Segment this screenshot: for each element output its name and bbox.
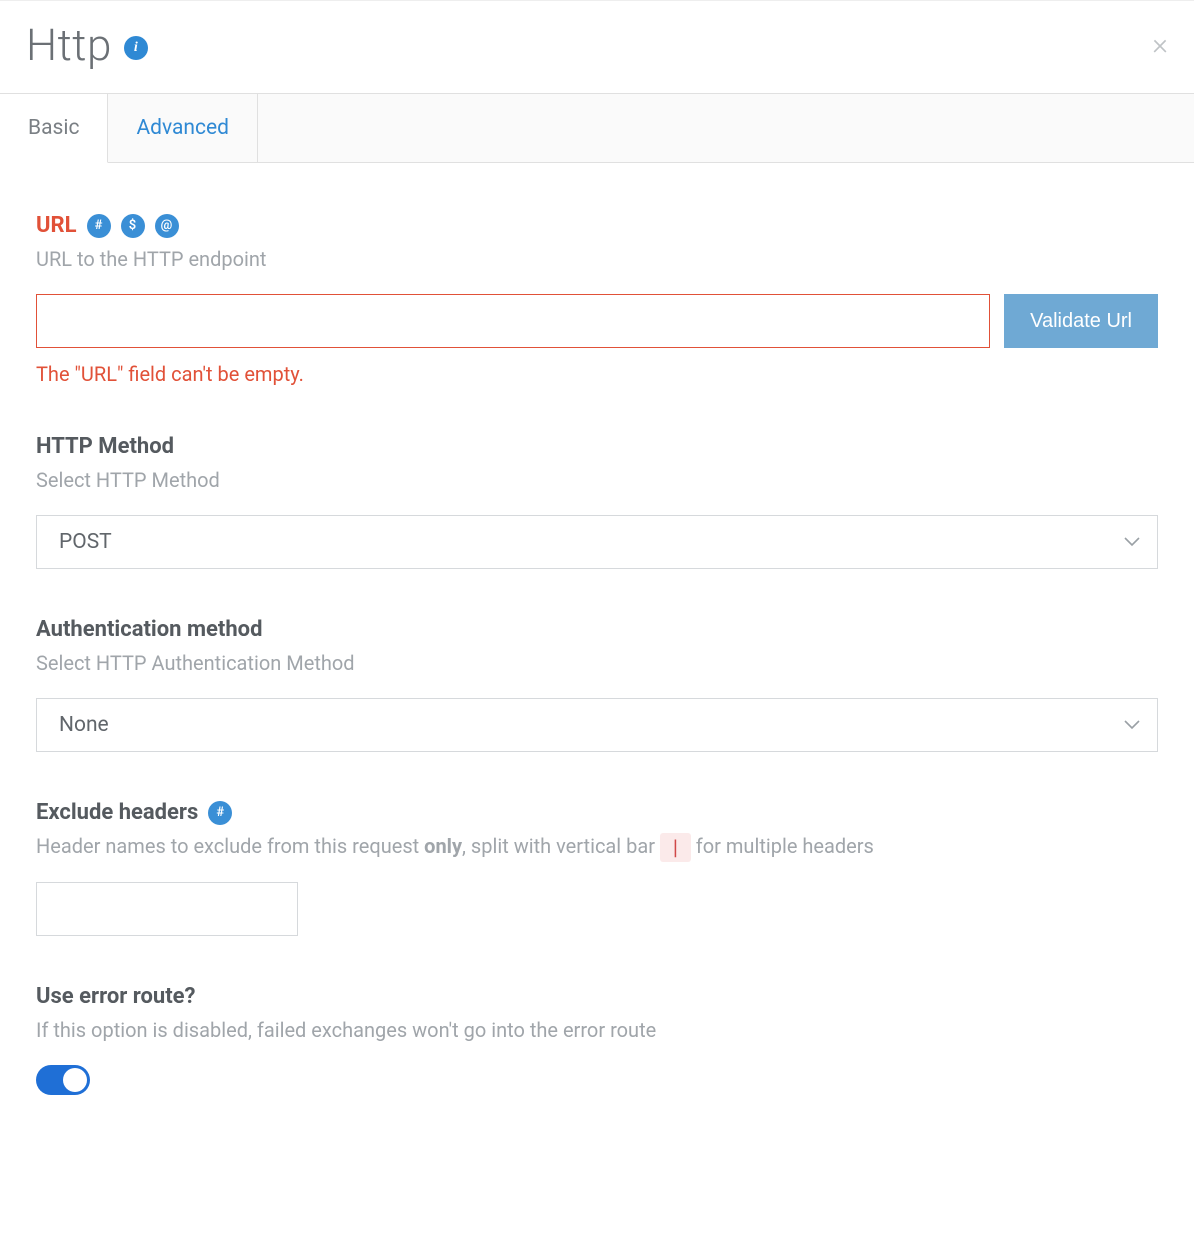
- url-error-message: The "URL" field can't be empty.: [36, 362, 1158, 386]
- method-label: HTTP Method: [36, 434, 174, 459]
- panel-title: Http: [26, 19, 112, 71]
- validate-url-button[interactable]: Validate Url: [1004, 294, 1158, 348]
- exclude-desc-bold: only: [424, 834, 462, 858]
- auth-select-wrap: None: [36, 698, 1158, 752]
- hash-badge-icon[interactable]: #: [87, 214, 111, 238]
- error-route-label-row: Use error route?: [36, 984, 1158, 1009]
- exclude-headers-input[interactable]: [36, 882, 298, 936]
- error-route-field-block: Use error route? If this option is disab…: [36, 984, 1158, 1095]
- exclude-desc-pre: Header names to exclude from this reques…: [36, 834, 424, 858]
- auth-select[interactable]: None: [36, 698, 1158, 752]
- at-badge-icon[interactable]: @: [155, 214, 179, 238]
- exclude-label-row: Exclude headers #: [36, 800, 1158, 825]
- auth-label: Authentication method: [36, 617, 262, 642]
- panel-header: Http i ×: [0, 1, 1194, 93]
- url-input-row: Validate Url: [36, 294, 1158, 348]
- auth-desc: Select HTTP Authentication Method: [36, 648, 1158, 678]
- exclude-desc-mid: , split with vertical bar: [462, 834, 660, 858]
- method-value: POST: [59, 530, 112, 554]
- info-icon[interactable]: i: [124, 36, 148, 60]
- method-desc: Select HTTP Method: [36, 465, 1158, 495]
- hash-badge-icon[interactable]: #: [208, 801, 232, 825]
- exclude-desc-post: for multiple headers: [691, 834, 874, 858]
- exclude-desc: Header names to exclude from this reques…: [36, 831, 1158, 862]
- error-route-label: Use error route?: [36, 984, 196, 1009]
- method-field-block: HTTP Method Select HTTP Method POST: [36, 434, 1158, 569]
- url-label: URL: [36, 213, 77, 238]
- tab-basic[interactable]: Basic: [0, 93, 108, 163]
- url-label-row: URL # $ @: [36, 213, 1158, 238]
- form-content: URL # $ @ URL to the HTTP endpoint Valid…: [0, 163, 1194, 1145]
- method-select[interactable]: POST: [36, 515, 1158, 569]
- url-desc: URL to the HTTP endpoint: [36, 244, 1158, 274]
- auth-label-row: Authentication method: [36, 617, 1158, 642]
- dollar-badge-icon[interactable]: $: [121, 214, 145, 238]
- http-config-panel: Http i × Basic Advanced URL # $ @ URL to…: [0, 0, 1194, 1145]
- auth-field-block: Authentication method Select HTTP Authen…: [36, 617, 1158, 752]
- toggle-knob: [63, 1068, 87, 1092]
- exclude-label: Exclude headers: [36, 800, 198, 825]
- error-route-toggle[interactable]: [36, 1065, 90, 1095]
- method-label-row: HTTP Method: [36, 434, 1158, 459]
- header-left: Http i: [26, 19, 148, 71]
- tab-advanced[interactable]: Advanced: [108, 94, 258, 162]
- url-field-block: URL # $ @ URL to the HTTP endpoint Valid…: [36, 213, 1158, 386]
- url-input[interactable]: [36, 294, 990, 348]
- method-select-wrap: POST: [36, 515, 1158, 569]
- close-icon[interactable]: ×: [1152, 30, 1168, 60]
- exclude-field-block: Exclude headers # Header names to exclud…: [36, 800, 1158, 936]
- tab-bar: Basic Advanced: [0, 93, 1194, 163]
- error-route-desc: If this option is disabled, failed excha…: [36, 1015, 1158, 1045]
- auth-value: None: [59, 713, 109, 737]
- pipe-char: |: [660, 833, 691, 862]
